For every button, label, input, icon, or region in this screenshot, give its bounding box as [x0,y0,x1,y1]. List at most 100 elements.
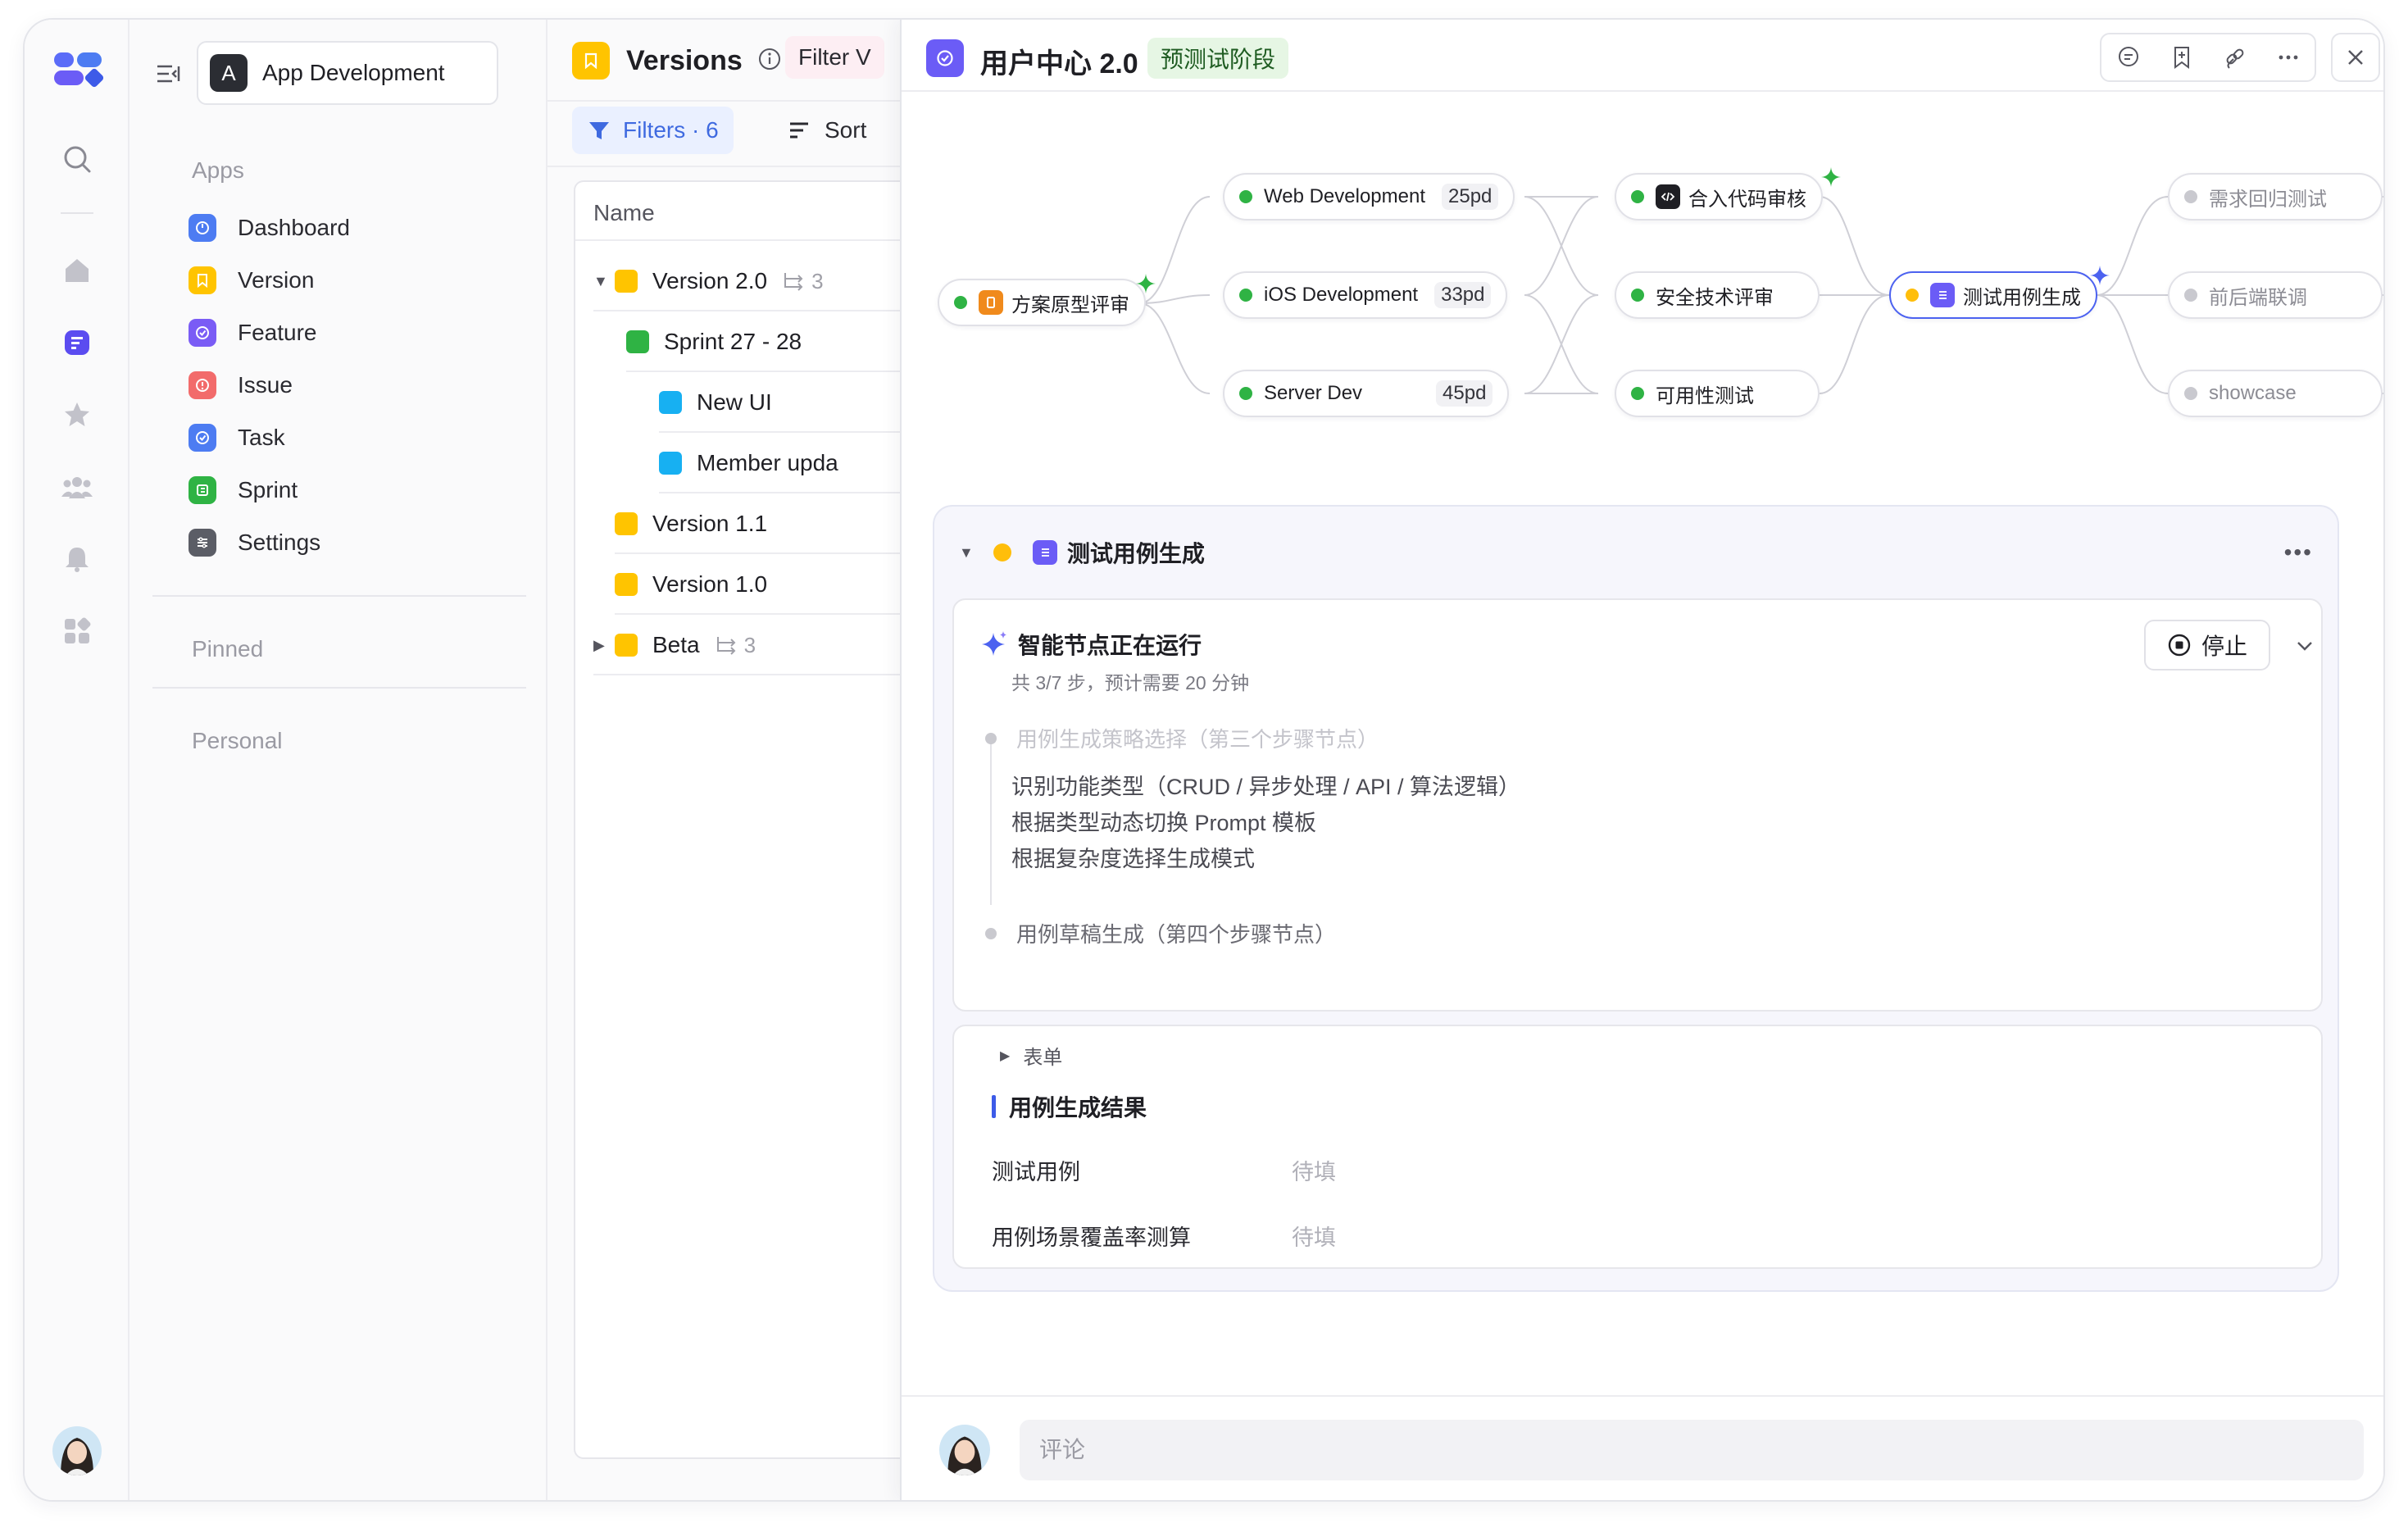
team-icon[interactable] [61,471,93,503]
ai-run-panel: 智能节点正在运行 共 3/7 步，预计需要 20 分钟 停止 用例生成策略选择（… [952,598,2323,1012]
status-pending-dot [2184,387,2197,400]
node-label: 需求回归测试 [2209,188,2327,211]
filter-view-tab[interactable]: Filter V [785,36,884,79]
sidebar-item-settings[interactable]: Settings [189,521,320,564]
divider [547,166,900,167]
flow-node-security-review[interactable]: 安全技术评审 [1615,271,1820,319]
more-icon[interactable] [2272,41,2305,74]
column-header-name[interactable]: Name [593,200,655,226]
expand-caret-icon[interactable]: ▶ [593,637,615,654]
sidebar-divider [152,595,526,597]
sidebar-divider [152,687,526,689]
pinned-section-title[interactable]: Pinned [192,636,263,662]
steps-timeline [990,733,992,905]
status-done-dot [954,296,967,309]
flow-node-testcase-generation[interactable]: 测试用例生成 [1889,271,2097,319]
bookmark-add-icon[interactable] [2165,41,2198,74]
search-icon[interactable] [61,143,93,175]
link-icon[interactable] [2219,41,2251,74]
node-label: 方案原型评审 [1011,293,1129,316]
effort-badge: 33pd [1434,282,1492,308]
home-icon[interactable] [61,254,93,287]
sidebar: A App Development Apps Dashboard Version… [129,20,547,1500]
flow-node-code-review[interactable]: 合入代码审核 [1615,173,1823,220]
star-icon[interactable] [61,398,93,431]
result-title: 用例生成结果 [1009,1095,1147,1121]
close-icon [2348,50,2363,65]
bell-icon[interactable] [61,543,93,575]
table-row[interactable]: ▼ Version 2.0 3 [593,252,921,311]
app-logo-icon[interactable] [52,51,103,89]
filters-label: Filters · 6 [623,117,719,143]
table-row[interactable]: New UI [659,374,921,433]
sort-button[interactable]: Sort [787,107,866,154]
version-icon [572,42,610,80]
detail-toolbar [2100,33,2316,82]
collapse-sidebar-icon[interactable] [154,59,184,89]
sidebar-item-sprint[interactable]: Sprint [189,469,298,511]
row-label: Version 2.0 [652,268,768,293]
version-icon [189,266,216,294]
field-value[interactable]: 待填 [1292,1220,1336,1252]
run-progress-text: 共 3/7 步，预计需要 20 分钟 [1011,672,1250,693]
run-title: 智能节点正在运行 [979,628,1202,661]
field-label: 测试用例 [992,1160,1080,1184]
workspace-switcher[interactable]: A App Development [197,41,498,105]
close-button[interactable] [2331,33,2380,82]
expand-caret-icon[interactable]: ▼ [593,273,615,290]
sidebar-item-feature[interactable]: Feature [189,311,317,354]
flow-node-server-dev[interactable]: Server Dev 45pd [1223,370,1510,417]
projects-icon[interactable] [61,326,93,359]
table-row[interactable]: Sprint 27 - 28 [626,313,921,372]
table-row[interactable]: Version 1.1 [615,495,921,554]
ai-sparkle-icon [1821,167,1841,187]
sidebar-item-issue[interactable]: Issue [189,364,293,407]
form-toggle-label: 表单 [1023,1047,1063,1069]
table-row[interactable]: ▶ Beta 3 [593,616,921,675]
form-toggle[interactable]: ▶ 表单 [1000,1041,1062,1070]
ai-sparkle-icon [982,631,1006,656]
versions-table: Name ▼ Version 2.0 3 Sprint 27 - 28 New … [574,180,921,1459]
comment-icon[interactable] [2112,41,2145,74]
versions-panel: Versions Filter V Filters · 6 Sort Name … [547,20,921,1500]
sidebar-item-dashboard[interactable]: Dashboard [189,207,350,249]
count-value: 3 [743,632,756,657]
task-card-header[interactable]: ▼ 测试用例生成 [959,536,1205,569]
detail-title[interactable]: 用户中心 2.0 [980,41,1138,81]
info-icon[interactable] [757,47,782,75]
user-avatar[interactable] [52,1426,102,1475]
sprint-color-dot [626,330,649,353]
status-done-dot [1239,190,1252,203]
flow-node-showcase[interactable]: showcase [2168,370,2383,417]
sidebar-item-version[interactable]: Version [189,259,314,302]
flow-node-usability-test[interactable]: 可用性测试 [1615,370,1820,417]
children-count: 3 [715,633,756,658]
issue-icon [189,371,216,399]
row-label: New UI [697,389,772,415]
chevron-down-icon[interactable] [2293,634,2316,657]
stage-badge[interactable]: 预测试阶段 [1147,38,1289,79]
table-row[interactable]: Member upda [659,434,921,493]
flow-node-ios-development[interactable]: iOS Development 33pd [1223,271,1508,319]
table-row[interactable]: Version 1.0 [615,556,921,615]
dashboard-icon [189,214,216,242]
children-count: 3 [782,269,824,294]
comment-input[interactable] [1020,1420,2364,1480]
flow-node-web-development[interactable]: Web Development 25pd [1223,173,1515,220]
personal-section-title[interactable]: Personal [192,728,283,754]
version-color-dot [615,573,638,596]
apps-section-title[interactable]: Apps [192,157,244,184]
flow-node-regression-test[interactable]: 需求回归测试 [2168,173,2383,220]
collapse-triangle-icon[interactable]: ▼ [959,544,974,561]
stop-button[interactable]: 停止 [2144,620,2270,671]
filters-button[interactable]: Filters · 6 [572,107,734,154]
apps-grid-icon[interactable] [61,615,93,648]
more-icon[interactable]: ••• [2284,539,2313,566]
substep: 识别功能类型（CRUD / 异步处理 / API / 算法逻辑） [1011,775,1521,799]
workflow-graph: 方案原型评审 Web Development 25pd iOS Developm… [902,93,2383,487]
sidebar-item-task[interactable]: Task [189,416,285,459]
flow-node-integration[interactable]: 前后端联调 [2168,271,2383,319]
sidebar-item-label: Sprint [238,477,298,502]
flow-node-prototype-review[interactable]: 方案原型评审 [938,279,1146,326]
field-value[interactable]: 待填 [1292,1154,1336,1186]
